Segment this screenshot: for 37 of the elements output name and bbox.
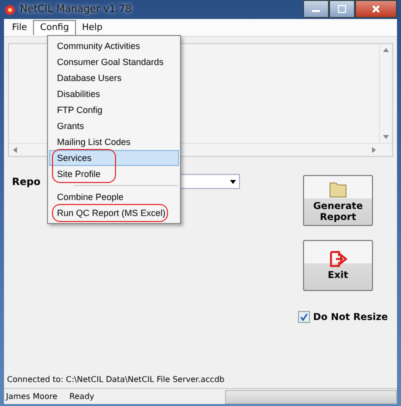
maximize-button[interactable] bbox=[329, 0, 355, 18]
dropdown-arrow-icon bbox=[230, 180, 236, 184]
menu-option[interactable]: FTP Config bbox=[49, 102, 179, 118]
checkbox-label: Do Not Resize bbox=[313, 312, 388, 322]
menu-item[interactable]: Help bbox=[76, 20, 108, 34]
menu-option[interactable]: Database Users bbox=[49, 70, 179, 86]
checkbox[interactable] bbox=[298, 311, 310, 323]
report-label: Repo bbox=[12, 177, 41, 188]
menu-option[interactable]: Consumer Goal Standards bbox=[49, 54, 179, 70]
menu-option[interactable]: Mailing List Codes bbox=[49, 134, 179, 150]
close-button[interactable] bbox=[355, 0, 397, 18]
menu-item[interactable]: File bbox=[6, 20, 34, 34]
maximize-icon bbox=[338, 5, 346, 13]
status-user: James Moore bbox=[4, 392, 58, 401]
close-icon bbox=[372, 5, 380, 13]
status-text: Ready bbox=[69, 392, 94, 401]
annotation-outline bbox=[52, 149, 116, 183]
menu-option[interactable]: Combine People bbox=[49, 189, 179, 205]
connection-text: Connected to: C:\NetCIL Data\NetCIL File Server.accdb bbox=[6, 375, 226, 386]
generate-button[interactable]: Generate Report bbox=[303, 175, 373, 226]
window-title: NetCIL Manager v1.78 bbox=[20, 4, 132, 15]
menu-option[interactable]: Services bbox=[49, 150, 179, 166]
menu-option[interactable]: Grants bbox=[49, 118, 179, 134]
menu-option[interactable]: Site Profile bbox=[49, 166, 179, 182]
vertical-scrollbar[interactable] bbox=[379, 44, 392, 143]
menu-item[interactable]: Config bbox=[33, 20, 76, 35]
minimize-button[interactable] bbox=[303, 0, 329, 18]
menu-option[interactable]: Community Activities bbox=[49, 38, 179, 54]
app-icon bbox=[4, 4, 16, 16]
scroll-left-icon[interactable] bbox=[13, 147, 17, 153]
scroll-up-icon[interactable] bbox=[383, 48, 389, 52]
exit-button[interactable]: Exit bbox=[303, 240, 373, 291]
scroll-right-icon[interactable] bbox=[372, 147, 376, 153]
menu-option[interactable]: Run QC Report (MS Excel) bbox=[49, 205, 179, 221]
exit-icon bbox=[328, 250, 348, 268]
menu-option[interactable]: Disabilities bbox=[49, 86, 179, 102]
scroll-down-icon[interactable] bbox=[383, 135, 389, 139]
